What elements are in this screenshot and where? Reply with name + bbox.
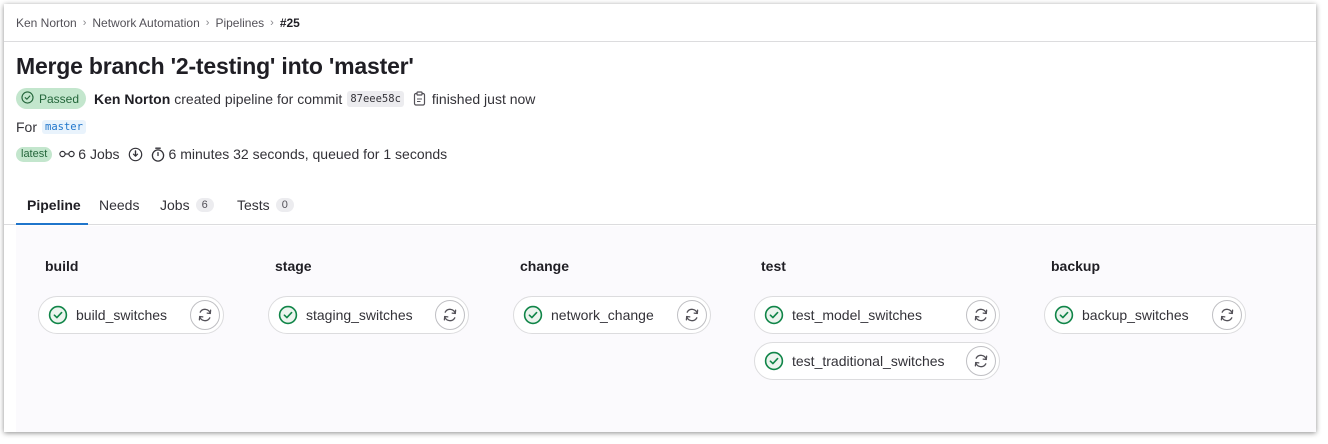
check-circle-icon	[21, 90, 34, 107]
clipboard-icon[interactable]	[413, 91, 426, 106]
tab-jobs[interactable]: Jobs 6	[160, 185, 214, 225]
breadcrumb-item-pipelines[interactable]: Pipelines	[215, 16, 264, 30]
created-text: created pipeline for commit	[174, 90, 343, 107]
chevron-right-icon: ›	[82, 16, 87, 29]
retry-icon[interactable]	[435, 300, 465, 330]
check-circle-icon	[48, 305, 68, 330]
breadcrumb-item-user[interactable]: Ken Norton	[16, 16, 77, 30]
check-circle-icon	[1054, 305, 1074, 330]
retry-icon[interactable]	[966, 346, 996, 376]
chevron-right-icon: ›	[270, 16, 274, 29]
status-label: Passed	[39, 91, 80, 106]
active-tab-indicator	[16, 223, 88, 225]
stage-title-build: build	[45, 258, 79, 274]
ref-prefix: For	[16, 119, 37, 135]
job-name: build_switches	[76, 307, 168, 323]
breadcrumb: Ken Norton › Network Automation › Pipeli…	[16, 4, 1316, 41]
breadcrumb-item-project[interactable]: Network Automation	[92, 16, 199, 30]
stats-line: latest 6 Jobs 6 minutes 32 seconds, queu…	[16, 145, 447, 163]
pipeline-graph: build stage change test backup build_swi…	[16, 226, 1316, 432]
tab-tests[interactable]: Tests 0	[237, 185, 294, 225]
job-test-model-switches[interactable]: test_model_switches	[754, 296, 1000, 334]
stage-title-change: change	[520, 258, 570, 274]
page-title: Merge branch '2-testing' into 'master'	[16, 53, 414, 79]
job-test-traditional-switches[interactable]: test_traditional_switches	[754, 342, 1000, 380]
tab-tests-count: 0	[275, 198, 294, 212]
job-name: test_model_switches	[792, 307, 922, 323]
tab-pipeline-label: Pipeline	[27, 197, 81, 213]
tab-needs-label: Needs	[99, 197, 140, 213]
retry-icon[interactable]	[1212, 300, 1242, 330]
finished-text: finished just now	[431, 90, 536, 107]
chevron-right-icon: ›	[205, 16, 210, 29]
pipeline-meta: Passed Ken Norton created pipeline for c…	[16, 88, 535, 109]
job-build-switches[interactable]: build_switches	[38, 296, 224, 334]
duration-text: 6 minutes 32 seconds, queued for 1 secon…	[168, 146, 448, 162]
header-divider	[4, 41, 1316, 42]
stage-title-stage: stage	[275, 258, 312, 274]
tab-tests-label: Tests	[237, 197, 270, 213]
check-circle-icon	[764, 351, 784, 376]
job-backup-switches[interactable]: backup_switches	[1044, 296, 1246, 334]
retry-icon[interactable]	[966, 300, 996, 330]
job-staging-switches[interactable]: staging_switches	[268, 296, 469, 334]
info-icon[interactable]	[128, 147, 143, 162]
job-network-change[interactable]: network_change	[513, 296, 711, 334]
job-name: backup_switches	[1082, 307, 1189, 323]
tab-needs[interactable]: Needs	[99, 185, 139, 225]
check-circle-icon	[523, 305, 543, 330]
pipeline-window: Ken Norton › Network Automation › Pipeli…	[4, 4, 1316, 432]
jobs-count-text: 6 Jobs	[78, 146, 120, 162]
job-name: staging_switches	[306, 307, 413, 323]
retry-icon[interactable]	[190, 300, 220, 330]
tab-pipeline[interactable]: Pipeline	[27, 185, 81, 225]
pipeline-icon	[59, 149, 75, 159]
status-badge[interactable]: Passed	[16, 88, 87, 109]
check-circle-icon	[764, 305, 784, 330]
check-circle-icon	[278, 305, 298, 330]
ref-line: For master	[16, 118, 86, 136]
breadcrumb-item-current[interactable]: #25	[280, 16, 300, 30]
latest-badge: latest	[16, 146, 53, 162]
tab-jobs-label: Jobs	[160, 197, 190, 213]
job-name: network_change	[551, 307, 654, 323]
tab-jobs-count: 6	[195, 198, 214, 212]
stage-title-test: test	[761, 258, 786, 274]
timer-icon	[151, 147, 165, 162]
job-name: test_traditional_switches	[792, 353, 945, 369]
commit-sha[interactable]: 87eee58c	[347, 90, 404, 107]
branch-link[interactable]: master	[42, 120, 86, 134]
stage-title-backup: backup	[1051, 258, 1101, 274]
retry-icon[interactable]	[677, 300, 707, 330]
pipeline-tabs: Pipeline Needs Jobs 6 Tests 0	[4, 185, 1316, 225]
author-link[interactable]: Ken Norton	[94, 91, 170, 107]
